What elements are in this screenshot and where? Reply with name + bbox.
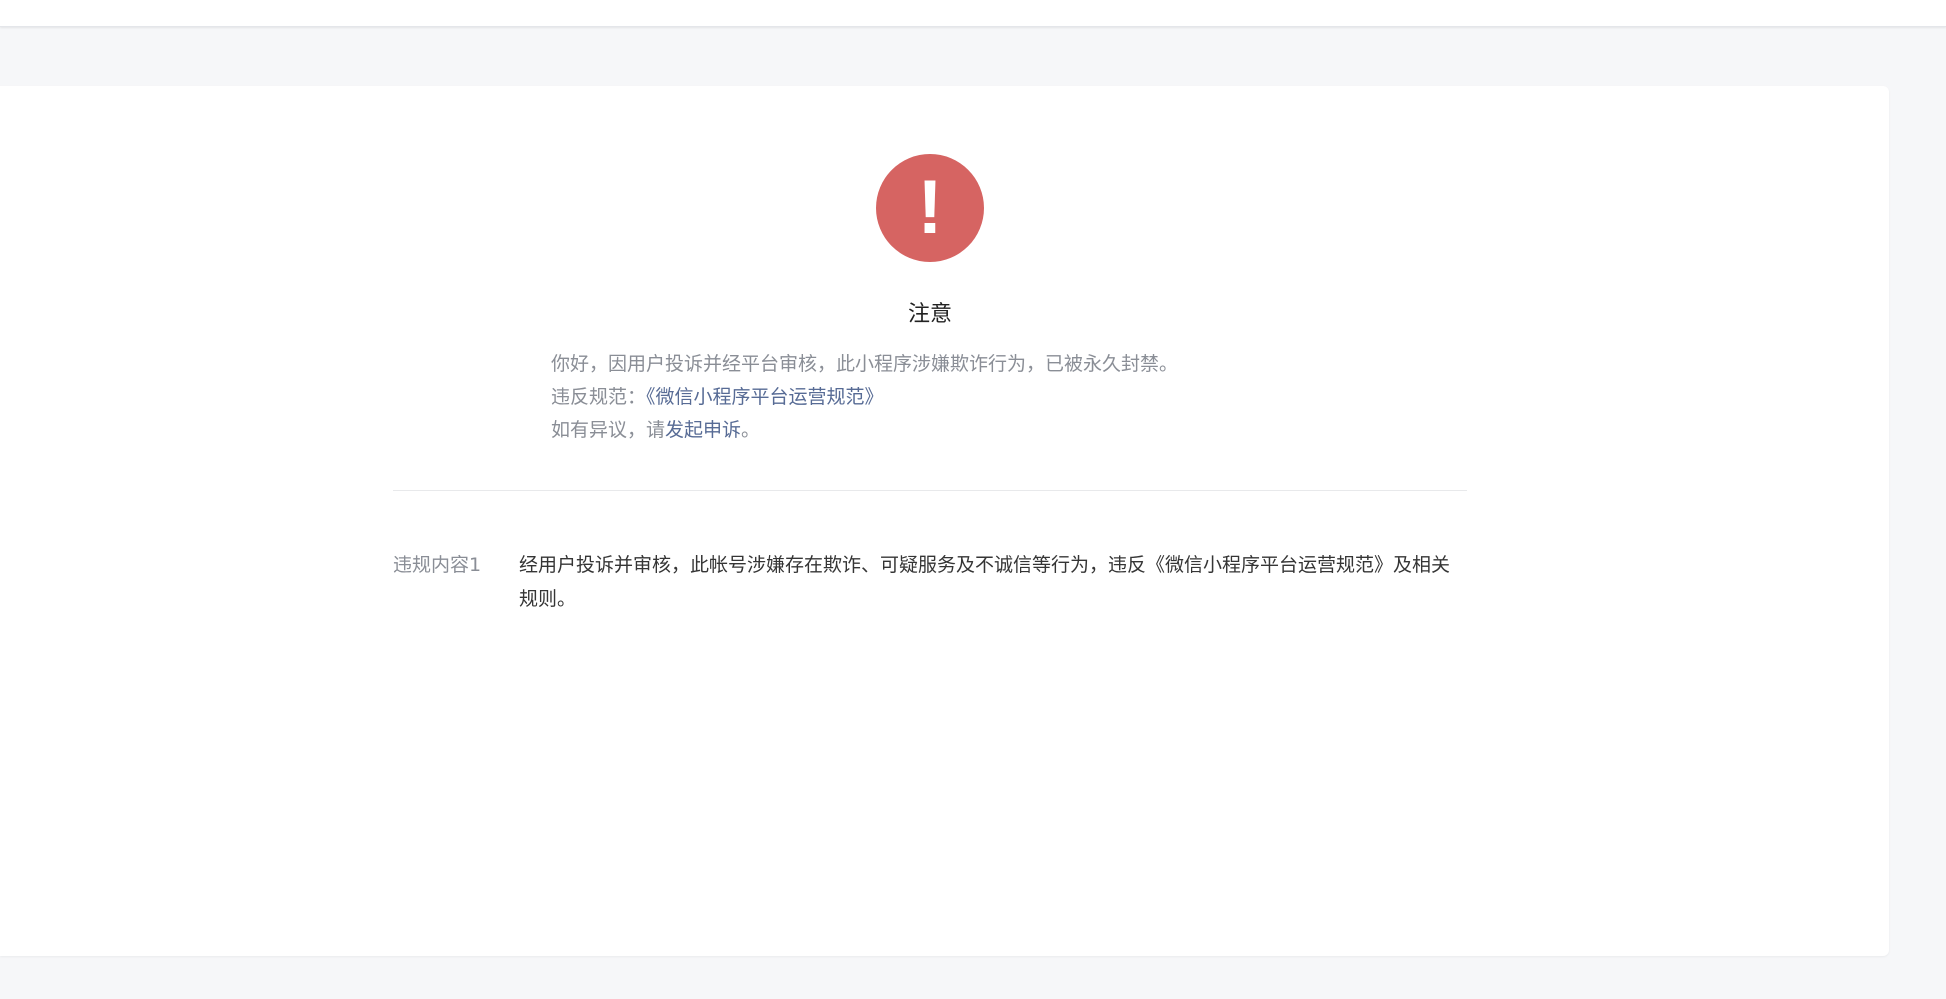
appeal-link[interactable]: 发起申诉 <box>665 419 741 441</box>
appeal-suffix: 。 <box>741 419 761 441</box>
violation-text: 经用户投诉并审核，此帐号涉嫌存在欺诈、可疑服务及不诚信等行为，违反《微信小程序平… <box>519 554 1451 610</box>
notice-title: 注意 <box>907 302 952 327</box>
rule-line: 违反规范：《微信小程序平台运营规范》 <box>551 381 1451 414</box>
appeal-prefix: 如有异议，请 <box>551 419 666 441</box>
ban-message: 你好，因用户投诉并经平台审核，此小程序涉嫌欺诈行为，已被永久封禁。 <box>551 353 1179 375</box>
rule-prefix: 违反规范： <box>551 386 647 408</box>
rule-link[interactable]: 《微信小程序平台运营规范》 <box>646 386 884 408</box>
warning-icon: ! <box>876 154 984 262</box>
notice-card: ! 注意 你好，因用户投诉并经平台审核，此小程序涉嫌欺诈行为，已被永久封禁。 违… <box>0 86 1889 956</box>
notice-message-block: 你好，因用户投诉并经平台审核，此小程序涉嫌欺诈行为，已被永久封禁。 违反规范：《… <box>551 348 1451 447</box>
divider <box>393 490 1467 491</box>
violation-label: 违规内容1 <box>393 554 482 576</box>
appeal-line: 如有异议，请发起申诉。 <box>551 414 1451 447</box>
top-bar <box>0 0 1946 27</box>
